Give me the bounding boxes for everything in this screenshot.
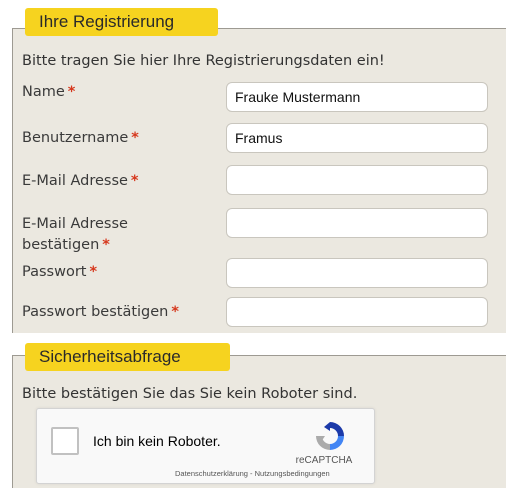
email-input[interactable] <box>226 165 488 195</box>
username-label-text: Benutzername <box>22 130 129 146</box>
required-marker: * <box>89 264 98 280</box>
required-marker: * <box>130 173 139 189</box>
link-separator: - <box>247 469 255 478</box>
password-input[interactable] <box>226 258 488 288</box>
email-label: E-Mail Adresse * <box>22 171 139 192</box>
recaptcha-brand: reCAPTCHA <box>295 455 353 466</box>
recaptcha-checkbox-label[interactable]: Ich bin kein Roboter. <box>93 433 221 449</box>
password-confirm-label: Passwort bestätigen * <box>22 302 179 323</box>
name-label-text: Name <box>22 84 65 100</box>
name-input[interactable] <box>226 82 488 112</box>
registration-legend: Ihre Registrierung <box>25 8 218 36</box>
password-confirm-label-text: Passwort bestätigen <box>22 304 169 320</box>
email-label-text: E-Mail Adresse <box>22 173 128 189</box>
security-intro: Bitte bestätigen Sie das Sie kein Robote… <box>22 386 358 402</box>
privacy-link[interactable]: Datenschutzerklärung <box>175 469 248 478</box>
required-marker: * <box>67 84 76 100</box>
name-label: Name * <box>22 82 75 103</box>
recaptcha-widget: Ich bin kein Roboter. reCAPTCHA Datensch… <box>36 408 375 484</box>
security-legend: Sicherheitsabfrage <box>25 343 230 371</box>
password-label-text: Passwort <box>22 264 87 280</box>
recaptcha-checkbox[interactable] <box>51 427 79 455</box>
required-marker: * <box>131 130 139 146</box>
required-marker: * <box>102 237 110 253</box>
username-label: Benutzername * <box>22 128 139 149</box>
password-label: Passwort * <box>22 262 97 283</box>
recaptcha-logo-icon <box>312 418 348 458</box>
username-input[interactable] <box>226 123 488 153</box>
password-confirm-input[interactable] <box>226 297 488 327</box>
terms-link[interactable]: Nutzungsbedingungen <box>255 469 330 478</box>
recaptcha-links: Datenschutzerklärung - Nutzungsbedingung… <box>175 469 330 478</box>
required-marker: * <box>171 304 179 320</box>
email-confirm-label-text: E-Mail Adresse bestätigen <box>22 216 128 253</box>
registration-intro: Bitte tragen Sie hier Ihre Registrierung… <box>22 53 385 69</box>
email-confirm-label: E-Mail Adresse bestätigen * <box>22 214 152 256</box>
email-confirm-input[interactable] <box>226 208 488 238</box>
